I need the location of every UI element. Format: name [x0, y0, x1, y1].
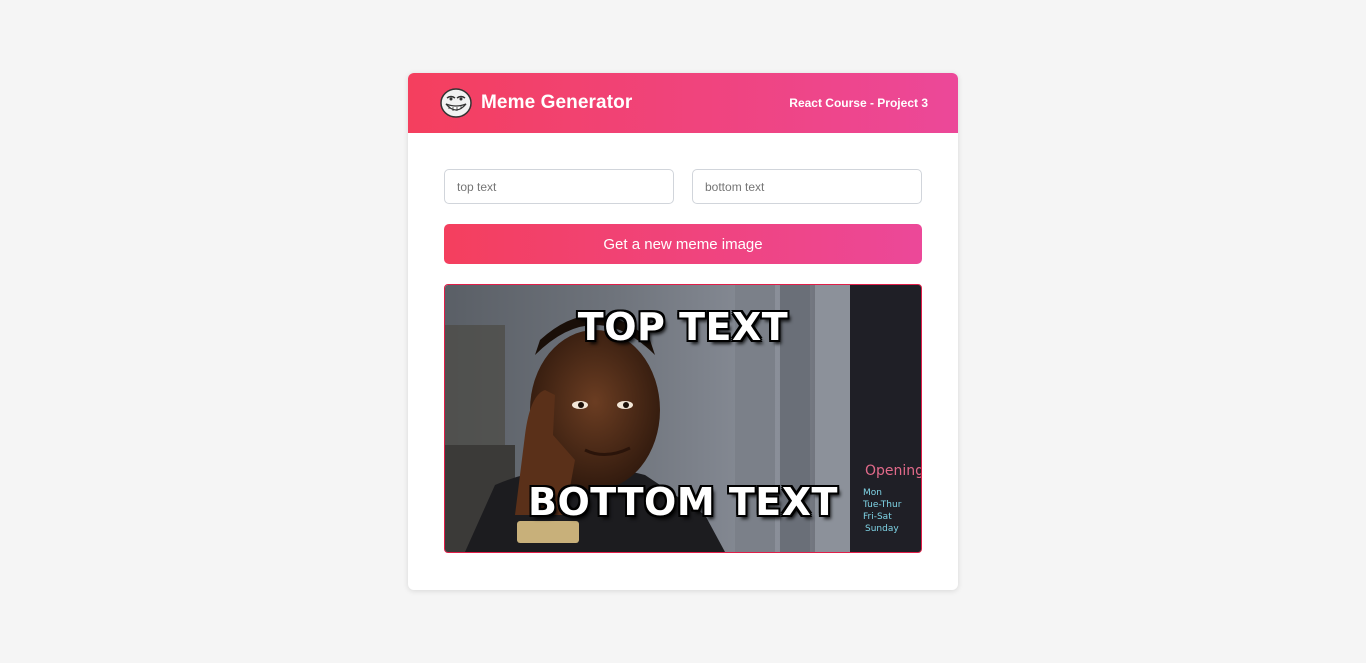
svg-text:Sunday: Sunday [865, 524, 899, 534]
meme-generator-card: Meme Generator React Course - Project 3 … [408, 73, 958, 590]
get-new-meme-button[interactable]: Get a new meme image [444, 224, 922, 264]
top-text-input[interactable] [444, 169, 674, 204]
meme-form: Get a new meme image [444, 169, 922, 264]
meme-preview: Opening Mon Tue-Thur Fri-Sat Sunday TOP … [444, 284, 922, 553]
troll-face-icon [440, 88, 472, 118]
app-title: Meme Generator [481, 92, 633, 113]
bottom-text-input[interactable] [692, 169, 922, 204]
svg-text:Opening: Opening [865, 463, 921, 479]
meme-top-text: TOP TEXT [577, 305, 789, 349]
course-label: React Course - Project 3 [789, 96, 928, 110]
brand: Meme Generator [439, 86, 632, 120]
meme-bottom-text: BOTTOM TEXT [528, 480, 838, 524]
header: Meme Generator React Course - Project 3 [408, 73, 958, 133]
text-inputs [444, 169, 922, 204]
